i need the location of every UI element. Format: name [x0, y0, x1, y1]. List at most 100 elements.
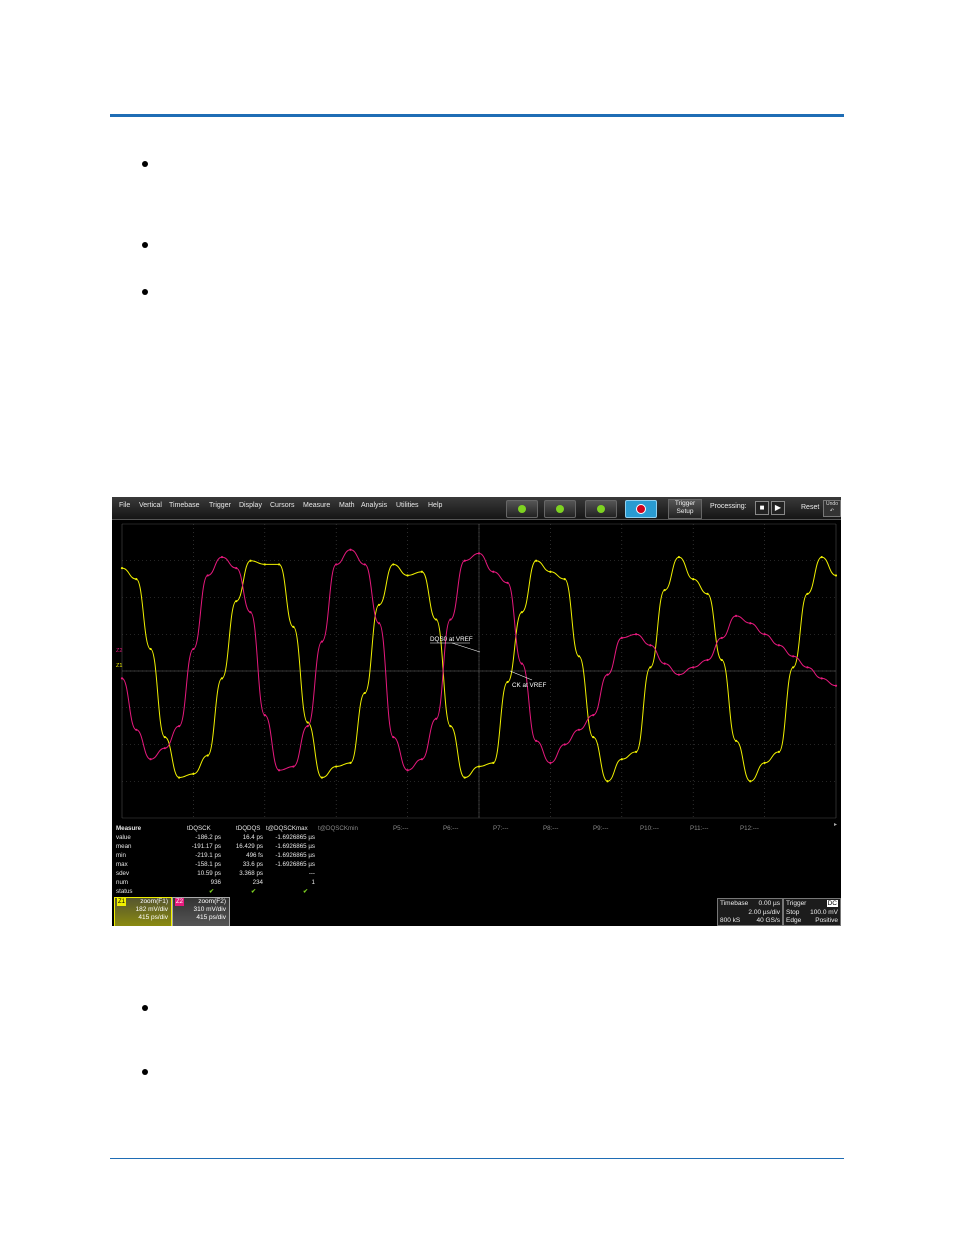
timebase-box[interactable]: Timebase 0.00 µs 2.00 µs/div 800 kS 40 G… — [717, 898, 783, 926]
annotation-dqs-leader — [451, 642, 481, 653]
waveform-z2-point — [834, 684, 838, 687]
waveform-z2-point — [335, 563, 338, 566]
timebase-samples: 800 kS — [720, 917, 741, 924]
channel-box-z2[interactable]: Z2 zoom(F2) 310 mV/div 415 ps/div — [172, 897, 230, 926]
waveform-z1-point — [563, 578, 566, 581]
meas-header-p11[interactable]: P11:--- — [690, 825, 708, 832]
channel-marker-z2: Z2 — [116, 648, 122, 654]
waveform-z2-point — [563, 743, 566, 746]
waveform-z1-point — [249, 559, 252, 562]
waveform-z2-point — [178, 725, 181, 728]
meas-cell: 3.368 ps — [239, 870, 263, 877]
trigger-box[interactable]: Trigger DC Stop 100.0 mV Edge Positive — [783, 898, 841, 926]
meas-header-p7[interactable]: P7:--- — [493, 825, 508, 832]
waveform-z1-point — [720, 658, 723, 662]
bullet-4 — [142, 1005, 148, 1011]
meas-header-p10[interactable]: P10:--- — [640, 825, 659, 832]
meas-cell: 16.429 ps — [235, 843, 263, 850]
waveform-z2-point — [806, 666, 809, 669]
waveform-z1-point — [449, 725, 452, 728]
waveform-z1-point — [692, 578, 695, 581]
meas-cell: 16.4 ps — [242, 834, 263, 841]
waveform-z2-point — [634, 633, 638, 636]
annotation-dqs-label: DQS0 at VREF — [430, 636, 473, 643]
waveform-z2-point — [577, 728, 581, 731]
waveform-z1-point — [163, 736, 166, 739]
waveform-z2-point — [363, 563, 366, 566]
bullet-1 — [142, 161, 148, 167]
waveform-z1-point — [178, 776, 181, 779]
annotation-ck-leader — [509, 670, 533, 681]
row-label-min: min — [116, 852, 126, 859]
waveform-z2-point — [663, 662, 666, 665]
waveform-z1-point — [477, 765, 481, 768]
annotation-ck-label: CK at VREF — [512, 682, 546, 689]
trigger-coupling: DC — [826, 900, 838, 907]
waveform-z2-point — [549, 761, 552, 764]
channel-tdiv-z1: 415 ps/div — [138, 913, 168, 921]
meas-header-p4[interactable]: t@DQSCKmin — [318, 825, 358, 832]
waveform-z1-point — [135, 578, 138, 581]
waveform-z1-point — [263, 563, 266, 566]
meas-header-p2[interactable]: tDQDQS — [236, 825, 260, 832]
bottom-rule — [110, 1158, 844, 1159]
waveform-z2-point — [163, 747, 166, 750]
trigger-label: Trigger — [786, 900, 807, 907]
waveform-z2-point — [320, 640, 324, 643]
meas-header-p9[interactable]: P9:--- — [593, 825, 608, 832]
meas-cell: 1 — [311, 879, 315, 886]
waveform-z2-point — [377, 622, 381, 625]
waveform-z1-point — [763, 761, 766, 764]
waveform-z1-point — [834, 574, 838, 577]
meas-header-p5[interactable]: P5:--- — [393, 825, 408, 832]
meas-header-p1[interactable]: tDQSCK — [187, 825, 211, 832]
channel-tdiv-z2: 415 ps/div — [196, 913, 226, 921]
meas-header-p3[interactable]: t@DQSCKmax — [266, 825, 308, 832]
measure-title: Measure — [116, 825, 142, 832]
row-label-num: num — [116, 879, 129, 886]
meas-cell: -1.6926865 µs — [275, 852, 315, 859]
waveform-z1-point — [435, 618, 438, 621]
waveform-z1-point — [206, 754, 209, 757]
bullet-5 — [142, 1069, 148, 1075]
waveform-z1-point — [620, 758, 623, 761]
waveform-z1-point — [734, 739, 738, 742]
waveform-z2-point — [820, 677, 823, 680]
top-rule — [110, 114, 844, 117]
scroll-arrow-icon: ▸ — [834, 822, 837, 828]
meas-cell: 496 fs — [246, 852, 263, 859]
row-label-status: status — [116, 888, 133, 895]
meas-header-p6[interactable]: P6:--- — [443, 825, 458, 832]
waveform-z2-point — [235, 567, 238, 570]
meas-header-p8[interactable]: P8:--- — [543, 825, 558, 832]
waveform-z2-point — [763, 633, 766, 636]
channel-box-z1[interactable]: Z1 zoom(F1) 182 mV/div 415 ps/div — [114, 897, 172, 926]
waveform-z2-point — [277, 769, 281, 772]
channel-tag-z1: Z1 — [117, 898, 127, 906]
waveform-z1-point — [235, 600, 238, 603]
waveform-z1-point — [192, 772, 195, 775]
waveform-z1-point — [520, 611, 523, 614]
waveform-z1-point — [349, 761, 352, 764]
waveform-z2-point — [606, 673, 609, 676]
waveform-z1-point — [777, 750, 780, 753]
bullet-3 — [142, 289, 148, 295]
meas-cell: 33.6 ps — [242, 861, 263, 868]
waveform-z2-point — [734, 614, 738, 617]
waveform-z2-point — [692, 666, 695, 669]
waveform-z1-point — [149, 647, 152, 651]
waveform-z2-point — [506, 581, 509, 584]
waveform-z2-point — [520, 662, 523, 665]
channel-name-z2: zoom(F2) — [198, 898, 226, 905]
waveform-z2-point — [206, 574, 209, 577]
waveform-z2-point — [477, 552, 481, 555]
meas-header-p12[interactable]: P12:--- — [740, 825, 759, 832]
status-check-icon: ✔ — [251, 888, 257, 895]
waveform-z2-point — [392, 736, 395, 739]
waveform-z1-point — [463, 776, 466, 779]
trigger-level: 100.0 mV — [810, 909, 838, 916]
row-label-mean: mean — [116, 843, 132, 850]
waveform-z1-point — [335, 765, 338, 768]
waveform-z2-point — [306, 725, 309, 728]
waveform-z2-point — [649, 644, 652, 647]
